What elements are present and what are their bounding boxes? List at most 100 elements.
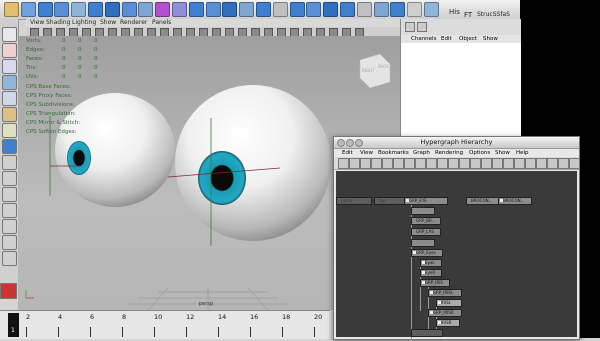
tab-object[interactable]: Object — [459, 35, 477, 43]
attribute-toggle-icon[interactable] — [417, 22, 427, 32]
layout-four-icon[interactable] — [2, 171, 17, 186]
soft-mod-icon[interactable] — [2, 139, 17, 154]
hg-menu-bookmarks[interactable]: Bookmarks — [378, 149, 409, 157]
hypergraph-tool-icon[interactable] — [569, 158, 580, 169]
time-slider[interactable]: 1 2 4 6 8 10 12 14 16 18 20 — [0, 310, 330, 339]
select-tool-icon[interactable] — [2, 27, 17, 42]
node-grp-eye[interactable]: GRP_EYE — [404, 197, 448, 205]
node-grp-irisl[interactable]: GRP_IRISL — [428, 289, 462, 297]
manipulator-icon[interactable] — [2, 123, 17, 138]
menu-lighting[interactable]: Lighting — [72, 19, 96, 27]
shelf-tool-icon[interactable] — [424, 2, 439, 17]
layout-graph-icon[interactable] — [2, 219, 17, 234]
hypergraph-tool-icon[interactable] — [481, 158, 492, 169]
shelf-tool-icon[interactable] — [356, 2, 372, 17]
scale-tool-icon[interactable] — [2, 107, 17, 122]
hg-menu-rendering[interactable]: Rendering — [435, 149, 463, 157]
hypergraph-tool-icon[interactable] — [371, 158, 382, 169]
hypergraph-tool-icon[interactable] — [393, 158, 404, 169]
tab-show[interactable]: Show — [483, 35, 498, 43]
hg-menu-options[interactable]: Options — [469, 149, 490, 157]
node-eyer[interactable]: EyeR — [420, 269, 442, 277]
menu-panels[interactable]: Panels — [152, 19, 171, 27]
current-frame-marker[interactable]: 1 — [8, 313, 19, 337]
layout-hypershade-icon[interactable] — [2, 235, 17, 250]
shelf-tool-icon[interactable] — [188, 2, 204, 17]
shelf-tool-icon[interactable] — [239, 2, 255, 17]
hypergraph-tool-icon[interactable] — [536, 158, 547, 169]
hypergraph-tool-icon[interactable] — [448, 158, 459, 169]
shelf-tool-icon[interactable] — [222, 2, 238, 17]
shelf-tool-icon[interactable] — [104, 2, 120, 17]
node-eyel[interactable]: EyeL — [420, 259, 442, 267]
rotate-tool-icon[interactable] — [2, 91, 17, 106]
zoom-window-icon[interactable] — [355, 139, 363, 147]
shelf-tool-icon[interactable] — [323, 2, 339, 17]
hg-menu-show[interactable]: Show — [495, 149, 510, 157]
hypergraph-tool-icon[interactable] — [404, 158, 415, 169]
menu-renderer[interactable]: Renderer — [120, 19, 147, 27]
shelf-tool-icon[interactable] — [20, 2, 36, 17]
shelf-tool-icon[interactable] — [121, 2, 137, 17]
shelf-tool-icon[interactable] — [37, 2, 53, 17]
hypergraph-tool-icon[interactable] — [415, 158, 426, 169]
hypergraph-canvas[interactable]: persp top GRP_EYE BROCON... BROCON... GR… — [336, 171, 577, 341]
shelf-tool-icon[interactable] — [289, 2, 305, 17]
hypergraph-tool-icon[interactable] — [437, 158, 448, 169]
shelf-tool-icon[interactable] — [306, 2, 322, 17]
shelf-tool-icon[interactable] — [407, 2, 423, 17]
shelf-tool-icon[interactable] — [390, 2, 406, 17]
shelf-tool-icon[interactable] — [340, 2, 355, 17]
minimize-window-icon[interactable] — [346, 139, 354, 147]
node-unnamed[interactable] — [411, 329, 443, 337]
node-unnamed[interactable] — [411, 207, 435, 215]
node-grp-eyes[interactable]: GRP_Eyes — [411, 249, 443, 257]
hypergraph-tool-icon[interactable] — [503, 158, 514, 169]
tab-channels[interactable]: Channels — [411, 35, 436, 43]
hg-menu-help[interactable]: Help — [516, 149, 529, 157]
hypergraph-tool-icon[interactable] — [382, 158, 393, 169]
shelf-label-his[interactable]: His — [449, 8, 460, 16]
paint-select-icon[interactable] — [2, 59, 17, 74]
shelf-tool-icon[interactable] — [138, 2, 154, 17]
node-brocon[interactable]: BROCON... — [498, 197, 532, 205]
layout-split-icon[interactable] — [2, 187, 17, 202]
shelf-tool-icon[interactable] — [256, 2, 271, 17]
node-brocon[interactable]: BROCON... — [466, 197, 500, 205]
hg-menu-graph[interactable]: Graph — [413, 149, 430, 157]
shelf-tool-icon[interactable] — [373, 2, 389, 17]
hypergraph-tool-icon[interactable] — [492, 158, 503, 169]
shelf-label-struc[interactable]: StrucSSfaS — [477, 11, 510, 18]
shelf-tool-icon[interactable] — [272, 2, 288, 17]
shelf-label-ft[interactable]: FT — [464, 11, 472, 19]
node-grp-irisr[interactable]: GRP_IRISR — [428, 309, 462, 317]
hypergraph-tool-icon[interactable] — [349, 158, 360, 169]
hg-menu-view[interactable]: View — [360, 149, 373, 157]
view-cube[interactable]: RIGHT BACK — [359, 53, 391, 89]
layout-uv-icon[interactable] — [2, 251, 17, 266]
channel-toggle-icon[interactable] — [405, 22, 415, 32]
shelf-tool-icon[interactable] — [155, 2, 171, 17]
hypergraph-titlebar[interactable]: Hypergraph Hierarchy — [334, 137, 579, 149]
node-irisr[interactable]: IRISR — [436, 319, 460, 327]
hypergraph-tool-icon[interactable] — [360, 158, 371, 169]
layout-outliner-icon[interactable] — [2, 203, 17, 218]
node-top[interactable]: top — [374, 197, 406, 205]
hypergraph-tool-icon[interactable] — [547, 158, 558, 169]
node-grp-br[interactable]: GRP_BR... — [411, 217, 441, 225]
lasso-tool-icon[interactable] — [2, 43, 17, 58]
shelf-tool-icon[interactable] — [4, 2, 19, 17]
hypergraph-tool-icon[interactable] — [426, 158, 437, 169]
node-irisl[interactable]: IRISL — [436, 299, 462, 307]
hypergraph-tool-icon[interactable] — [459, 158, 470, 169]
shelf-tool-icon[interactable] — [172, 2, 187, 17]
hg-menu-edit[interactable]: Edit — [342, 149, 353, 157]
menu-shading[interactable]: Shading — [46, 19, 70, 27]
hypergraph-tool-icon[interactable] — [558, 158, 569, 169]
node-grp-las[interactable]: GRP_LAS — [411, 228, 441, 236]
close-window-icon[interactable] — [337, 139, 345, 147]
node-unnamed[interactable] — [411, 239, 435, 247]
shelf-tool-icon[interactable] — [88, 2, 103, 17]
layout-single-icon[interactable] — [2, 155, 17, 170]
tab-edit[interactable]: Edit — [441, 35, 452, 43]
